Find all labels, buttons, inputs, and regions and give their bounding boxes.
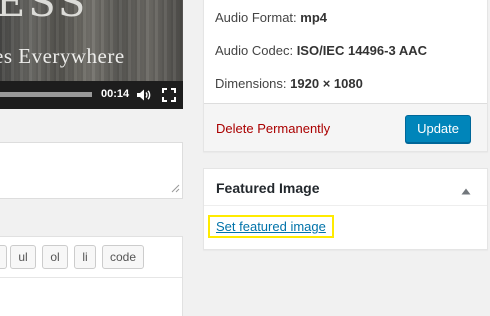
- audio-format-row: Audio Format: mp4: [215, 10, 327, 25]
- quicktag-ul[interactable]: ul: [10, 245, 36, 269]
- video-controls: 00:14: [0, 81, 183, 109]
- set-featured-image-link[interactable]: Set featured image: [208, 215, 334, 238]
- video-player[interactable]: ESS es Everywhere 00:14: [0, 0, 183, 109]
- audio-codec-value: ISO/IEC 14496-3 AAC: [296, 43, 427, 58]
- video-title-overlay: ESS: [0, 0, 89, 26]
- triangle-up-icon[interactable]: [461, 183, 471, 198]
- toolbar-divider: [0, 277, 182, 278]
- resize-handle-icon[interactable]: [171, 181, 180, 196]
- quicktag-li[interactable]: li: [74, 245, 96, 269]
- progress-bar[interactable]: [0, 92, 92, 97]
- delete-permanently-link[interactable]: Delete Permanently: [216, 121, 330, 136]
- audio-format-value: mp4: [300, 10, 328, 25]
- dimensions-row: Dimensions: 1920 × 1080: [215, 76, 363, 91]
- quicktag-ol[interactable]: ol: [42, 245, 68, 269]
- major-publishing-actions: Delete Permanently Update: [204, 103, 487, 151]
- fullscreen-icon[interactable]: [162, 88, 176, 105]
- audio-codec-row: Audio Codec: ISO/IEC 14496-3 AAC: [215, 43, 427, 58]
- featured-image-title: Featured Image: [216, 180, 320, 196]
- current-time: 00:14: [101, 88, 130, 100]
- attachment-details-box: Audio Format: mp4 Audio Codec: ISO/IEC 1…: [203, 0, 488, 152]
- video-subtitle-overlay: es Everywhere: [0, 44, 125, 68]
- quicktags-toolbar: ul ol li code: [0, 236, 183, 316]
- volume-icon[interactable]: [136, 88, 152, 105]
- update-button[interactable]: Update: [405, 115, 471, 143]
- dimensions-value: 1920 × 1080: [290, 76, 363, 91]
- audio-codec-label: Audio Codec:: [215, 43, 294, 58]
- quicktag-button-partial[interactable]: [0, 245, 7, 269]
- quicktag-code[interactable]: code: [102, 245, 144, 269]
- audio-format-label: Audio Format:: [215, 10, 297, 25]
- featured-image-box: Featured Image Set featured image: [203, 168, 488, 250]
- dimensions-label: Dimensions:: [215, 76, 287, 91]
- featured-image-header[interactable]: Featured Image: [204, 169, 487, 206]
- caption-textarea[interactable]: [0, 142, 183, 199]
- progress-played: [0, 92, 92, 97]
